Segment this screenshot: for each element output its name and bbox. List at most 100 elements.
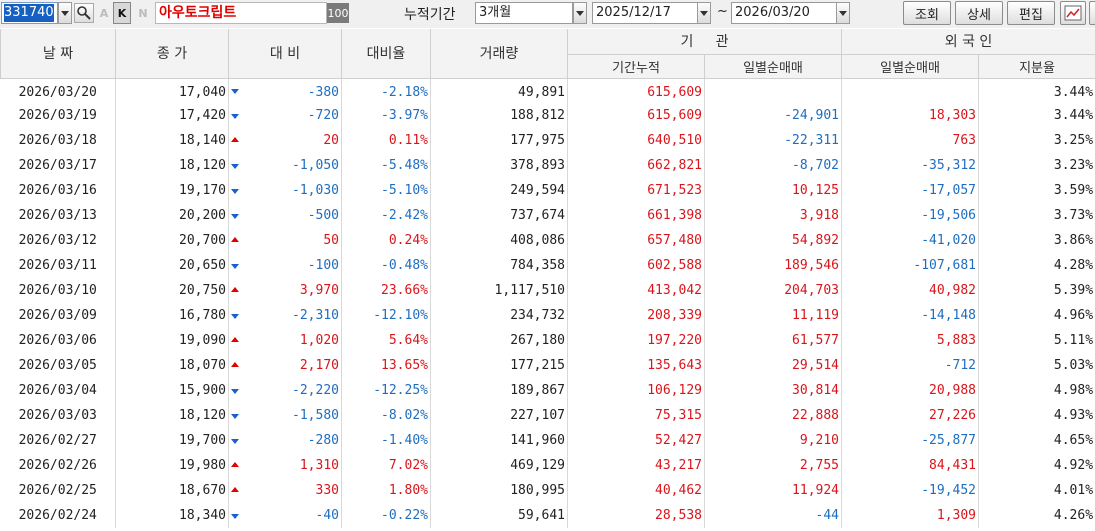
cell-volume: 408,086: [430, 228, 568, 253]
cell-volume: 469,129: [430, 453, 568, 478]
table-row[interactable]: 2026/03/17 18,120 -1,050 -5.48% 378,893 662,8…: [0, 153, 1095, 178]
cell-foreign-share: 3.44%: [978, 78, 1095, 103]
cell-close: 15,900: [115, 378, 229, 403]
cell-foreign-daily: -35,312: [841, 153, 980, 178]
cell-change: 20: [228, 128, 342, 153]
cell-volume: 59,641: [430, 503, 568, 528]
cell-change: -380: [228, 78, 342, 103]
down-triangle-icon: [231, 313, 239, 319]
cell-inst-cum: 657,480: [567, 228, 705, 253]
cell-rate: -8.02%: [341, 403, 431, 428]
col-header-date[interactable]: 날 짜: [0, 29, 116, 79]
period-select[interactable]: 3개월: [475, 2, 573, 24]
col-header-volume[interactable]: 거래량: [430, 29, 568, 79]
change-value: -2,310: [292, 308, 339, 323]
cell-inst-daily: [704, 78, 843, 103]
cell-inst-cum: 208,339: [567, 303, 705, 328]
cell-volume: 267,180: [430, 328, 568, 353]
market-a-button[interactable]: A: [95, 2, 113, 24]
cell-rate: 7.02%: [341, 453, 431, 478]
table-row[interactable]: 2026/03/12 20,700 50 0.24% 408,086 657,480 54,…: [0, 228, 1095, 253]
cell-foreign-share: 4.92%: [978, 453, 1095, 478]
market-k-button[interactable]: K: [113, 2, 131, 24]
cell-foreign-share: 4.26%: [978, 503, 1095, 528]
cell-foreign-daily: 20,988: [841, 378, 980, 403]
detail-button[interactable]: 상세: [955, 1, 1003, 25]
change-value: -2,220: [292, 383, 339, 398]
cell-rate: -3.97%: [341, 103, 431, 128]
table-row[interactable]: 2026/02/27 19,700 -280 -1.40% 141,960 52,427 9…: [0, 428, 1095, 453]
cell-close: 20,750: [115, 278, 229, 303]
table-row[interactable]: 2026/03/16 19,170 -1,030 -5.10% 249,594 671,5…: [0, 178, 1095, 203]
chart-button[interactable]: [1060, 1, 1086, 25]
date-to-input[interactable]: 2026/03/20: [731, 2, 837, 24]
cell-volume: 737,674: [430, 203, 568, 228]
date-to-calendar-icon[interactable]: [836, 2, 850, 24]
table-row[interactable]: 2026/03/03 18,120 -1,580 -8.02% 227,107 75,31…: [0, 403, 1095, 428]
cell-volume: 227,107: [430, 403, 568, 428]
cell-date: 2026/02/24: [0, 503, 116, 528]
stock-code-input[interactable]: 331740: [1, 2, 58, 24]
cell-volume: 141,960: [430, 428, 568, 453]
cell-foreign-daily: 18,303: [841, 103, 980, 128]
cell-close: 20,700: [115, 228, 229, 253]
cell-foreign-daily: -17,057: [841, 178, 980, 203]
search-button[interactable]: [74, 3, 94, 23]
cell-inst-cum: 413,042: [567, 278, 705, 303]
table-row[interactable]: 2026/03/11 20,650 -100 -0.48% 784,358 602,588…: [0, 253, 1095, 278]
more-button[interactable]: [1089, 1, 1095, 25]
cell-change: -1,580: [228, 403, 342, 428]
cell-date: 2026/03/05: [0, 353, 116, 378]
table-row[interactable]: 2026/02/26 19,980 1,310 7.02% 469,129 43,217 2…: [0, 453, 1095, 478]
cell-foreign-daily: 763: [841, 128, 980, 153]
col-header-foreign-share[interactable]: 지분율: [978, 54, 1095, 79]
down-triangle-icon: [231, 388, 239, 394]
table-row[interactable]: 2026/02/24 18,340 -40 -0.22% 59,641 28,538 -44…: [0, 503, 1095, 528]
table-row[interactable]: 2026/03/09 16,780 -2,310 -12.10% 234,732 208,…: [0, 303, 1095, 328]
cell-foreign-share: 4.65%: [978, 428, 1095, 453]
up-triangle-icon: [231, 336, 239, 342]
date-from-calendar-icon[interactable]: [697, 2, 711, 24]
cell-change: 3,970: [228, 278, 342, 303]
cell-rate: -12.25%: [341, 378, 431, 403]
table-row[interactable]: 2026/03/13 20,200 -500 -2.42% 737,674 661,398…: [0, 203, 1095, 228]
table-row[interactable]: 2026/03/05 18,070 2,170 13.65% 177,215 135,64…: [0, 353, 1095, 378]
date-from-input[interactable]: 2025/12/17: [592, 2, 698, 24]
change-value: -1,580: [292, 408, 339, 423]
edit-button[interactable]: 편집: [1007, 1, 1055, 25]
col-header-inst-cum[interactable]: 기간누적: [567, 54, 705, 79]
col-header-change[interactable]: 대 비: [228, 29, 342, 79]
col-header-foreign-daily[interactable]: 일별순매매: [841, 54, 980, 79]
cell-change: 330: [228, 478, 342, 503]
table-row[interactable]: 2026/03/04 15,900 -2,220 -12.25% 189,867 106,…: [0, 378, 1095, 403]
cell-volume: 180,995: [430, 478, 568, 503]
table-row[interactable]: 2026/03/20 17,040 -380 -2.18% 49,891 615,609 3…: [0, 78, 1095, 103]
cell-close: 16,780: [115, 303, 229, 328]
change-value: 1,310: [299, 458, 339, 473]
cell-inst-cum: 28,538: [567, 503, 705, 528]
table-row[interactable]: 2026/03/19 17,420 -720 -3.97% 188,812 615,609…: [0, 103, 1095, 128]
stock-code-dropdown-icon[interactable]: [58, 2, 72, 24]
query-button[interactable]: 조회: [903, 1, 951, 25]
cell-change: 1,310: [228, 453, 342, 478]
cell-foreign-daily: -25,877: [841, 428, 980, 453]
cell-inst-cum: 52,427: [567, 428, 705, 453]
stock-name: 아우토크립트: [155, 2, 327, 24]
cell-foreign-share: 3.25%: [978, 128, 1095, 153]
col-header-rate[interactable]: 대비율: [341, 29, 431, 79]
cell-inst-cum: 43,217: [567, 453, 705, 478]
table-row[interactable]: 2026/03/18 18,140 20 0.11% 177,975 640,510 -22…: [0, 128, 1095, 153]
cell-date: 2026/03/06: [0, 328, 116, 353]
up-triangle-icon: [231, 461, 239, 467]
table-row[interactable]: 2026/02/25 18,670 330 1.80% 180,995 40,462 11,…: [0, 478, 1095, 503]
period-dropdown-icon[interactable]: [573, 2, 587, 24]
table-row[interactable]: 2026/03/10 20,750 3,970 23.66% 1,117,510 413,…: [0, 278, 1095, 303]
cell-foreign-daily: 5,883: [841, 328, 980, 353]
col-header-close[interactable]: 종 가: [115, 29, 229, 79]
market-n-button[interactable]: N: [134, 2, 152, 24]
table-row[interactable]: 2026/03/06 19,090 1,020 5.64% 267,180 197,220…: [0, 328, 1095, 353]
change-value: -1,030: [292, 183, 339, 198]
col-header-inst-daily[interactable]: 일별순매매: [703, 54, 843, 79]
cell-volume: 1,117,510: [430, 278, 568, 303]
change-value: 1,020: [299, 333, 339, 348]
